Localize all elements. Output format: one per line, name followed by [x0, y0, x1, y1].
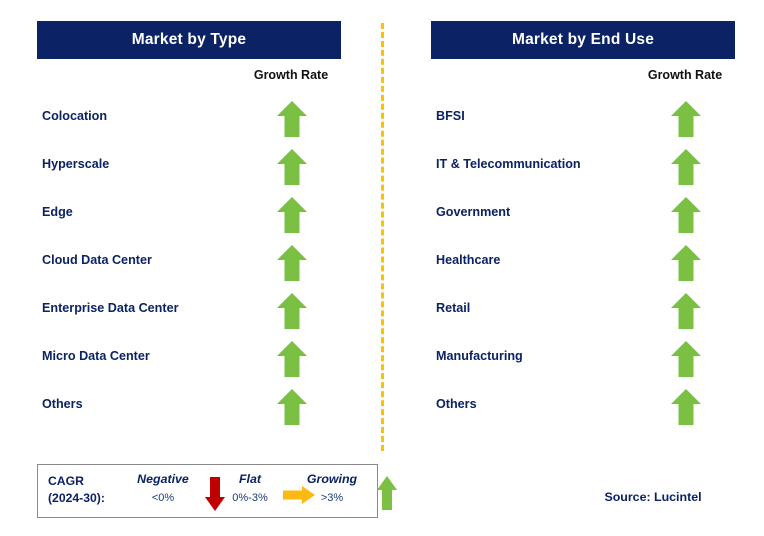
legend-item-flat: Flat 0%-3% — [214, 465, 286, 517]
list-item: Manufacturing — [424, 338, 764, 386]
list-item: Hyperscale — [30, 146, 375, 194]
legend-item-growing: Growing >3% — [294, 465, 370, 517]
segment-list-market-by-type: Colocation Hyperscale Edge Cloud Data Ce… — [30, 98, 375, 434]
legend-range: <0% — [151, 492, 175, 504]
legend-range: >3% — [320, 492, 344, 504]
legend-range: 0%-3% — [232, 492, 268, 504]
infographic-canvas: Market by Type Growth Rate Colocation Hy… — [0, 0, 764, 536]
column-header-growth-rate: Growth Rate — [253, 68, 329, 82]
list-item: Colocation — [30, 98, 375, 146]
segment-label: Healthcare — [436, 253, 501, 267]
legend-item-negative: Negative <0% — [124, 465, 202, 517]
list-item: Edge — [30, 194, 375, 242]
segment-label: Edge — [42, 205, 73, 219]
segment-label: Others — [42, 397, 83, 411]
list-item: IT & Telecommunication — [424, 146, 764, 194]
legend-label: Negative — [137, 472, 189, 486]
list-item: Enterprise Data Center — [30, 290, 375, 338]
segment-label: Enterprise Data Center — [42, 301, 179, 315]
arrow-up-icon — [276, 244, 308, 282]
segment-label: Government — [436, 205, 511, 219]
panel-header-market-by-type: Market by Type — [37, 21, 341, 59]
arrow-up-icon — [670, 244, 702, 282]
vertical-dashed-divider — [381, 23, 384, 451]
arrow-up-icon — [376, 475, 398, 511]
column-header-growth-rate: Growth Rate — [647, 68, 723, 82]
segment-label: Others — [436, 397, 477, 411]
list-item: Retail — [424, 290, 764, 338]
list-item: Others — [424, 386, 764, 434]
legend-title-line1: CAGR — [48, 474, 84, 488]
arrow-up-icon — [670, 100, 702, 138]
list-item: Government — [424, 194, 764, 242]
arrow-up-icon — [670, 340, 702, 378]
segment-label: Retail — [436, 301, 471, 315]
list-item: Healthcare — [424, 242, 764, 290]
panel-market-by-end-use: Market by End Use Growth Rate BFSI IT & … — [424, 0, 764, 460]
arrow-up-icon — [276, 196, 308, 234]
segment-label: IT & Telecommunication — [436, 157, 581, 171]
arrow-up-icon — [670, 148, 702, 186]
source-attribution: Source: Lucintel — [604, 490, 702, 504]
segment-label: Hyperscale — [42, 157, 110, 171]
segment-label: Cloud Data Center — [42, 253, 152, 267]
list-item: Cloud Data Center — [30, 242, 375, 290]
arrow-up-icon — [276, 340, 308, 378]
panel-title: Market by End Use — [511, 31, 655, 48]
segment-label: Manufacturing — [436, 349, 523, 363]
panel-market-by-type: Market by Type Growth Rate Colocation Hy… — [30, 0, 375, 460]
panel-header-market-by-end-use: Market by End Use — [431, 21, 735, 59]
segment-label: BFSI — [436, 109, 465, 123]
legend-title-line2: (2024-30): — [48, 491, 105, 505]
legend-label: Flat — [238, 472, 262, 486]
list-item: Others — [30, 386, 375, 434]
arrow-up-icon — [670, 388, 702, 426]
legend-label: Growing — [306, 472, 358, 486]
arrow-up-icon — [276, 292, 308, 330]
list-item: Micro Data Center — [30, 338, 375, 386]
cagr-legend: CAGR (2024-30): Negative <0% Flat 0%-3% … — [37, 464, 397, 518]
legend-title: CAGR (2024-30): — [48, 473, 132, 507]
arrow-up-icon — [276, 388, 308, 426]
list-item: BFSI — [424, 98, 764, 146]
segment-label: Colocation — [42, 109, 108, 123]
arrow-up-icon — [670, 292, 702, 330]
arrow-up-icon — [276, 100, 308, 138]
panel-title: Market by Type — [131, 31, 247, 48]
segment-label: Micro Data Center — [42, 349, 150, 363]
arrow-up-icon — [670, 196, 702, 234]
arrow-up-icon — [276, 148, 308, 186]
segment-list-market-by-end-use: BFSI IT & Telecommunication Government H… — [424, 98, 764, 434]
